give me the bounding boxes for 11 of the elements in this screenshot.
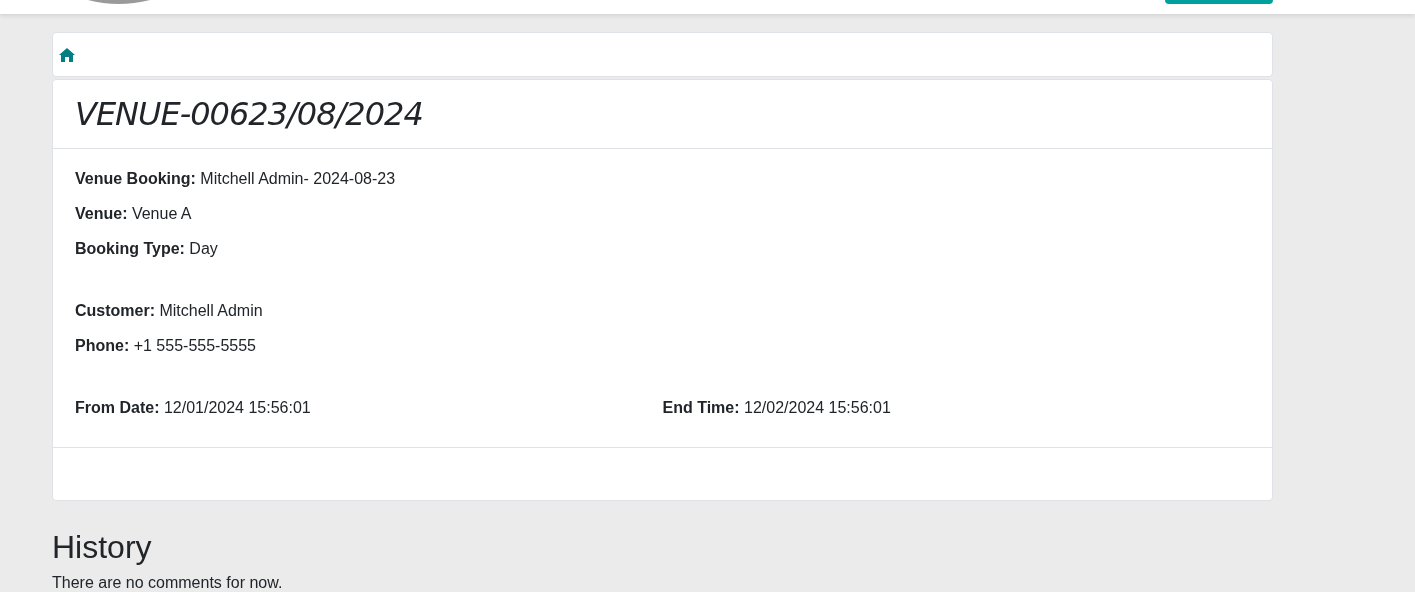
field-text: Customer: Mitchell Admin bbox=[75, 301, 264, 320]
field-text: End Time: 12/02/2024 15:56:01 bbox=[662, 398, 892, 417]
field-text: From Date: 12/01/2024 15:56:01 bbox=[75, 398, 312, 417]
field-text: Phone: +1 555-555-5555 bbox=[75, 336, 257, 355]
home-icon[interactable] bbox=[59, 47, 75, 62]
booking-title: VENUE-00623/08/2024 bbox=[75, 94, 423, 135]
field-text: Venue: Venue A bbox=[75, 204, 193, 223]
history-heading: History bbox=[52, 528, 153, 567]
field-text: Booking Type: Day bbox=[75, 239, 219, 258]
field-text: Venue Booking: Mitchell Admin- 2024-08-23 bbox=[75, 169, 397, 188]
empty-history-message: There are no comments for now. bbox=[52, 573, 284, 592]
